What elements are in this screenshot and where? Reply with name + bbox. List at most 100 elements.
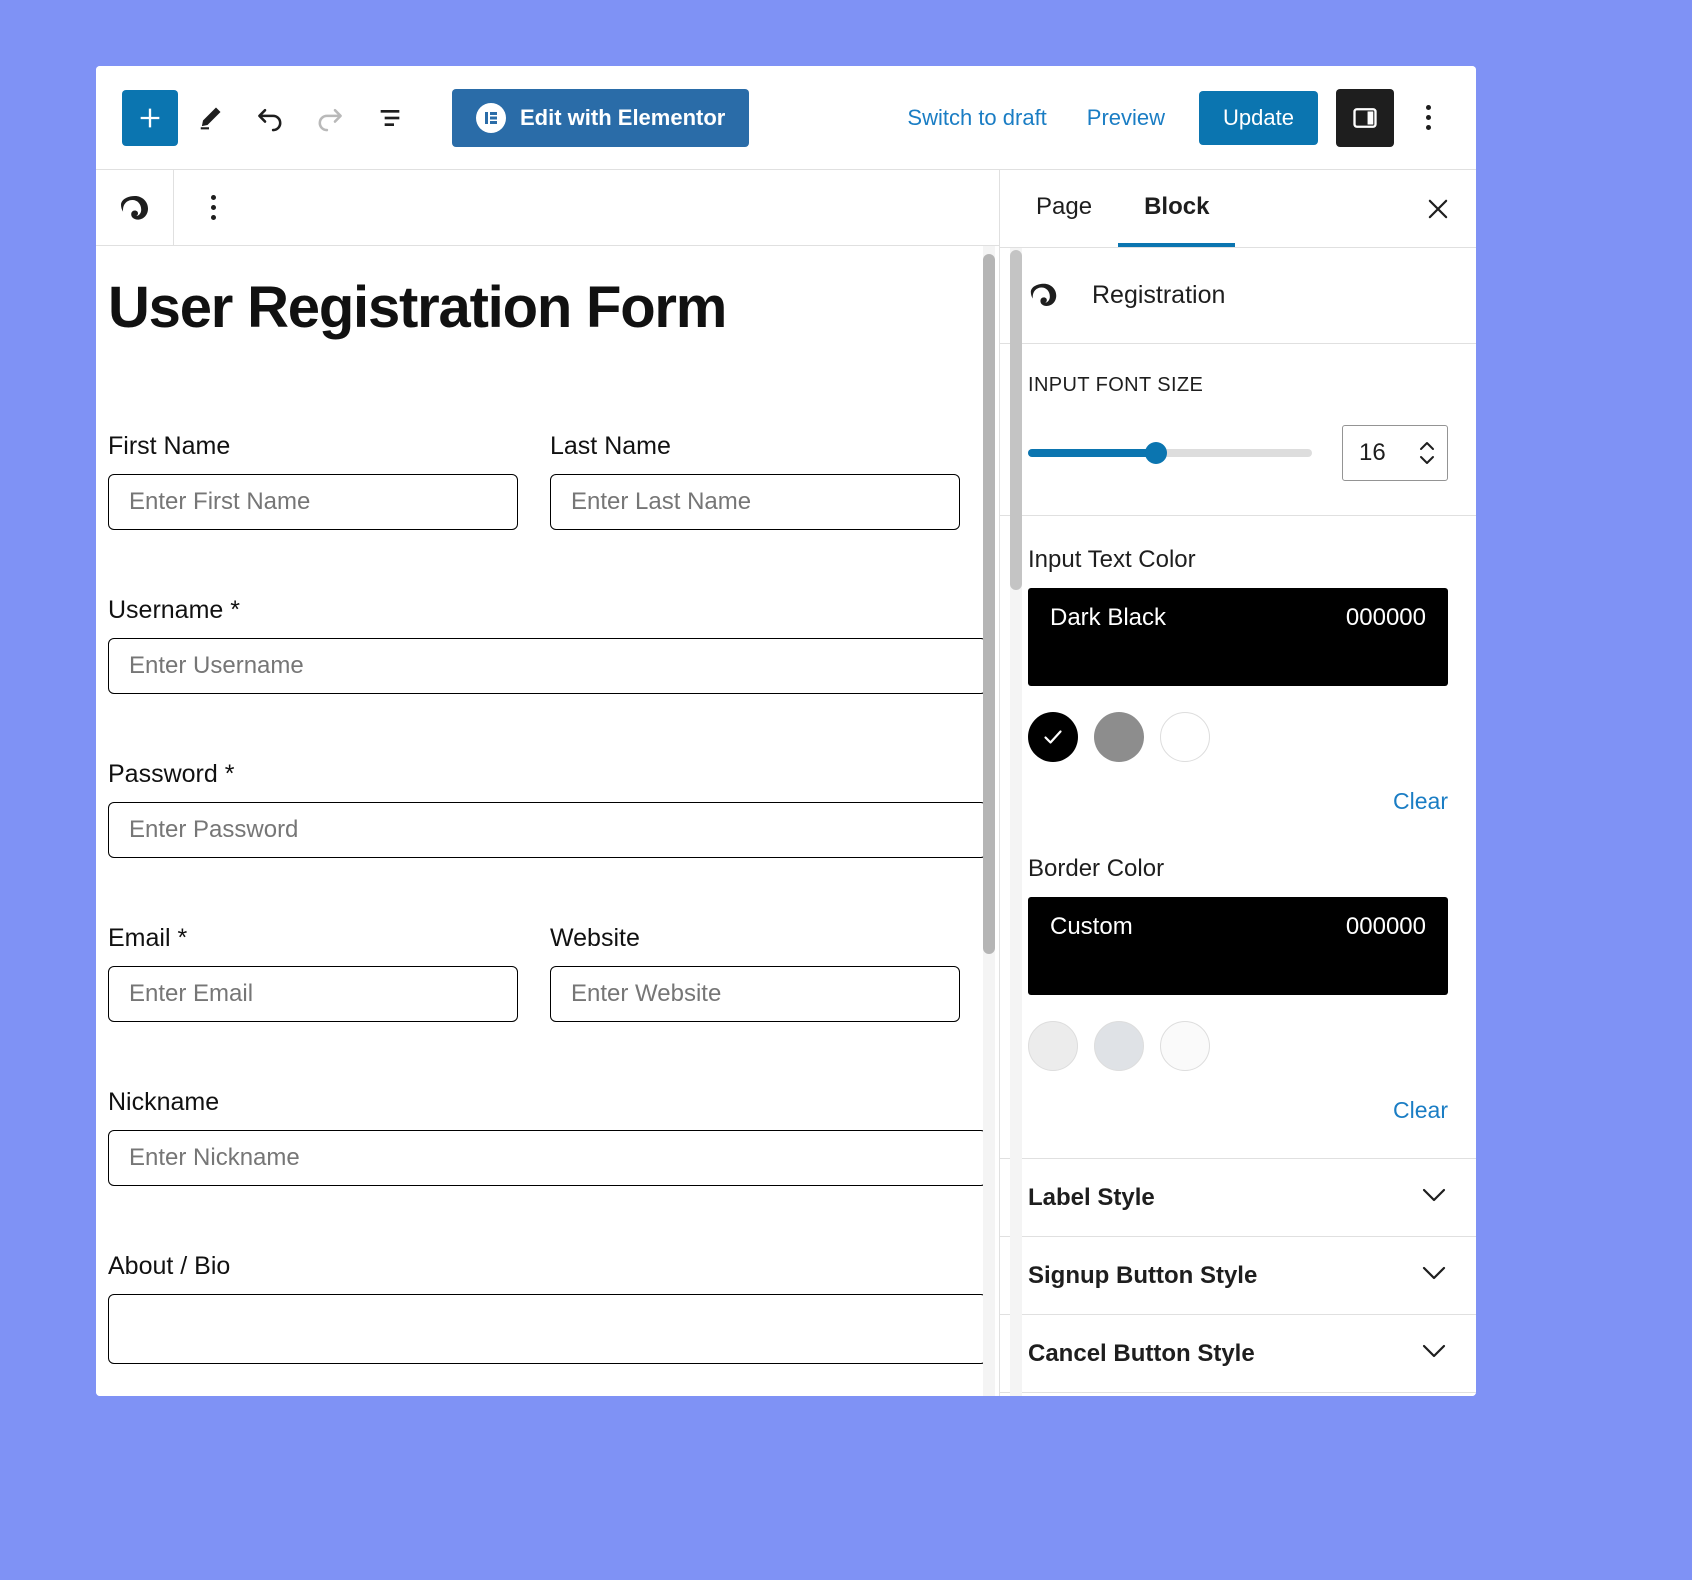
sidebar-toggle-icon bbox=[1353, 107, 1377, 128]
accordion-label-style[interactable]: Label Style bbox=[1000, 1159, 1476, 1237]
accordion-cancel-button-style-label: Cancel Button Style bbox=[1028, 1339, 1255, 1367]
editor-top-toolbar: Edit with Elementor Switch to draft Prev… bbox=[96, 66, 1476, 170]
swatch-dark-black[interactable] bbox=[1028, 712, 1078, 762]
form-row-bio: About / Bio bbox=[108, 1252, 987, 1369]
page-title[interactable]: User Registration Form bbox=[108, 276, 987, 340]
field-username: Username * bbox=[108, 596, 987, 694]
accordion-label-style-label: Label Style bbox=[1028, 1183, 1155, 1211]
canvas-scrollbar-thumb[interactable] bbox=[983, 254, 995, 954]
redo-icon bbox=[318, 108, 342, 131]
field-email: Email * bbox=[108, 924, 518, 1022]
field-last-name: Last Name bbox=[550, 432, 960, 530]
update-button[interactable]: Update bbox=[1199, 90, 1318, 145]
kebab-dot bbox=[1425, 105, 1431, 110]
input-text-color-preview[interactable]: Dark Black 000000 bbox=[1028, 588, 1448, 686]
username-label: Username * bbox=[108, 595, 240, 624]
chevron-up-icon[interactable] bbox=[1419, 441, 1435, 451]
border-color-hex: 000000 bbox=[1345, 913, 1426, 940]
border-color-name: Custom bbox=[1050, 913, 1133, 940]
form-row-username: Username * bbox=[108, 596, 987, 694]
switch-to-draft-button[interactable]: Switch to draft bbox=[887, 105, 1066, 131]
toolbar-left-group: Edit with Elementor bbox=[122, 88, 750, 147]
field-about-bio: About / Bio bbox=[108, 1252, 987, 1369]
input-font-size-stepper[interactable]: 16 bbox=[1342, 425, 1448, 481]
tab-page[interactable]: Page bbox=[1010, 170, 1118, 247]
swatch-light-gray-1[interactable] bbox=[1028, 1021, 1078, 1071]
selected-block-name: Registration bbox=[1092, 281, 1226, 309]
password-input[interactable] bbox=[108, 801, 987, 858]
border-color-preview[interactable]: Custom 000000 bbox=[1028, 897, 1448, 995]
accordion-cancel-button-style[interactable]: Cancel Button Style bbox=[1000, 1315, 1476, 1393]
redo-button[interactable] bbox=[302, 90, 358, 146]
add-block-button[interactable] bbox=[122, 89, 178, 146]
sidebar-scroll-area: INPUT FONT SIZE 16 Input Text Color Dark… bbox=[1000, 344, 1476, 1396]
swatch-off-white[interactable] bbox=[1160, 1021, 1210, 1071]
stepper-arrows[interactable] bbox=[1419, 441, 1435, 465]
swatch-white[interactable] bbox=[1160, 712, 1210, 762]
swatch-gray[interactable] bbox=[1094, 712, 1144, 762]
tab-block[interactable]: Block bbox=[1118, 170, 1236, 247]
input-font-size-slider[interactable] bbox=[1028, 442, 1312, 464]
accordion-signup-button-style-label: Signup Button Style bbox=[1028, 1261, 1258, 1289]
edit-with-elementor-button[interactable]: Edit with Elementor bbox=[452, 88, 750, 147]
form-row-name: First Name Last Name bbox=[108, 432, 987, 530]
settings-sidebar-toggle-button[interactable] bbox=[1336, 88, 1394, 147]
about-bio-textarea[interactable] bbox=[108, 1293, 987, 1364]
swatch-light-gray-2[interactable] bbox=[1094, 1021, 1144, 1071]
settings-sidebar: Page Block Registration INPUT FONT SIZE … bbox=[999, 170, 1476, 1396]
selected-block-header: Registration bbox=[1000, 248, 1476, 344]
slider-thumb[interactable] bbox=[1144, 442, 1167, 464]
preview-button[interactable]: Preview bbox=[1067, 105, 1185, 131]
about-bio-label: About / Bio bbox=[108, 1251, 231, 1280]
input-text-color-hex: 000000 bbox=[1345, 604, 1426, 631]
input-text-color-clear-button[interactable]: Clear bbox=[1393, 788, 1448, 815]
chevron-down-icon bbox=[1420, 1186, 1448, 1209]
last-name-input[interactable] bbox=[550, 473, 960, 530]
chevron-down-icon[interactable] bbox=[1419, 455, 1435, 465]
tools-pencil-button[interactable] bbox=[182, 90, 238, 146]
form-row-password: Password * bbox=[108, 760, 987, 858]
block-editor-window: Edit with Elementor Switch to draft Prev… bbox=[96, 66, 1476, 1396]
pencil-icon bbox=[200, 107, 221, 129]
kebab-dot bbox=[210, 195, 216, 200]
tab-block-label: Block bbox=[1144, 192, 1210, 220]
form-row-nickname: Nickname bbox=[108, 1088, 987, 1186]
input-font-size-value: 16 bbox=[1359, 439, 1386, 466]
email-input[interactable] bbox=[108, 965, 518, 1022]
input-text-color-label: Input Text Color bbox=[1028, 546, 1196, 573]
editor-body: User Registration Form First Name Last N… bbox=[96, 170, 1476, 1396]
editor-options-button[interactable] bbox=[1406, 89, 1450, 147]
input-text-color-section: Input Text Color Dark Black 000000 Clear bbox=[1000, 516, 1476, 825]
website-label: Website bbox=[550, 923, 640, 952]
accordion-signup-button-style[interactable]: Signup Button Style bbox=[1000, 1237, 1476, 1315]
nickname-label: Nickname bbox=[108, 1087, 220, 1116]
kebab-dot bbox=[1425, 125, 1431, 130]
first-name-input[interactable] bbox=[108, 473, 518, 530]
block-options-button[interactable] bbox=[174, 170, 252, 246]
form-row-contact: Email * Website bbox=[108, 924, 987, 1022]
field-password: Password * bbox=[108, 760, 987, 858]
registration-form-block[interactable]: First Name Last Name Username * bbox=[108, 432, 987, 1369]
user-registration-block-icon bbox=[120, 195, 148, 220]
document-content: User Registration Form First Name Last N… bbox=[96, 246, 999, 1396]
tab-page-label: Page bbox=[1036, 192, 1093, 220]
email-label: Email * bbox=[108, 923, 188, 952]
list-view-icon bbox=[380, 109, 400, 126]
undo-button[interactable] bbox=[242, 90, 298, 146]
plus-icon bbox=[140, 108, 160, 127]
border-color-section: Border Color Custom 000000 Clear bbox=[1000, 825, 1476, 1159]
block-type-button[interactable] bbox=[96, 170, 174, 246]
border-color-clear-button[interactable]: Clear bbox=[1393, 1097, 1448, 1124]
check-icon bbox=[1044, 730, 1062, 744]
close-sidebar-button[interactable] bbox=[1400, 170, 1476, 247]
website-input[interactable] bbox=[550, 965, 960, 1022]
accordion-advanced[interactable]: Advanced bbox=[1000, 1393, 1476, 1396]
input-text-color-swatches bbox=[1028, 712, 1448, 762]
undo-icon bbox=[258, 108, 282, 131]
list-view-button[interactable] bbox=[362, 90, 418, 146]
username-input[interactable] bbox=[108, 637, 987, 694]
nickname-input[interactable] bbox=[108, 1129, 987, 1186]
elementor-logo-icon bbox=[476, 102, 506, 133]
sidebar-scrollbar-thumb[interactable] bbox=[1010, 250, 1022, 590]
input-font-size-controls: 16 bbox=[1028, 425, 1448, 481]
